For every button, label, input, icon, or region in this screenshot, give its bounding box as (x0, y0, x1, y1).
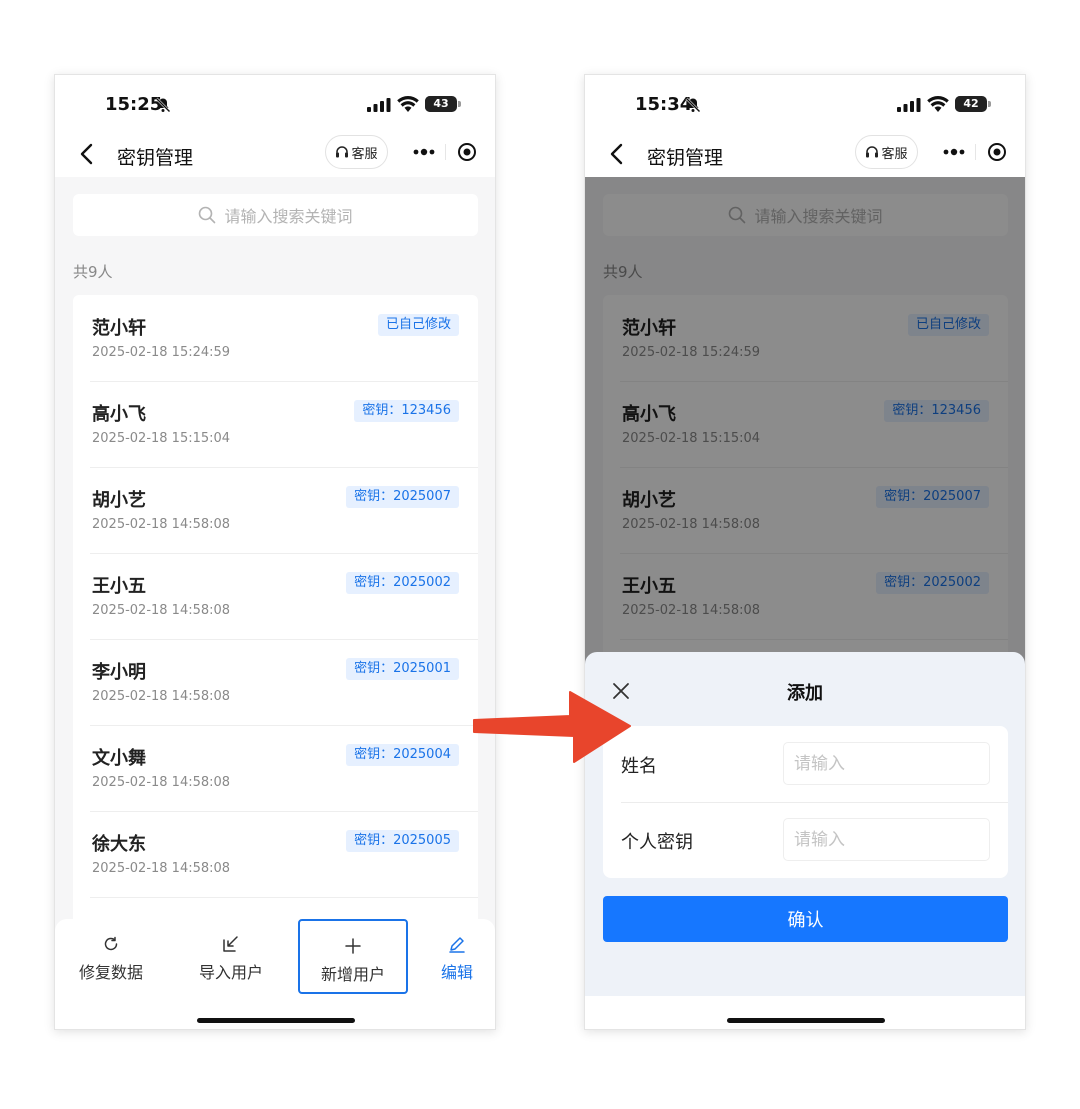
battery-cap (458, 101, 461, 107)
cell-signal-icon (367, 98, 391, 112)
list-item[interactable]: 徐大东 2025-02-18 14:58:08 密钥：2025005 (73, 811, 478, 897)
search-bar[interactable]: 请输入搜索关键词 (73, 194, 478, 236)
user-list: 范小轩 2025-02-18 15:24:59 已自己修改 高小飞 2025-0… (73, 295, 478, 983)
import-users-label: 导入用户 (198, 963, 263, 982)
home-indicator (727, 1018, 885, 1023)
personal-key-input[interactable] (783, 818, 990, 861)
add-user-form: 姓名 个人密钥 (603, 726, 1008, 878)
user-name: 文小舞 (92, 748, 146, 769)
wifi-icon (927, 95, 949, 112)
status-time: 15:25 (105, 94, 163, 115)
capsule-divider (975, 144, 976, 160)
customer-service-button[interactable]: 客服 (855, 135, 918, 169)
pencil-icon (449, 937, 465, 953)
key-badge: 密钥：2025005 (346, 830, 459, 852)
status-bar: 15:25 43 (55, 75, 495, 133)
more-dots-icon[interactable] (941, 143, 967, 161)
back-chevron-icon[interactable] (609, 141, 625, 167)
headset-icon (866, 146, 879, 158)
user-timestamp: 2025-02-18 15:24:59 (92, 345, 231, 360)
nav-bar: 密钥管理 客服 (55, 133, 495, 177)
miniprogram-capsule (401, 135, 489, 169)
page-title: 密钥管理 (117, 147, 194, 169)
battery-level: 43 (433, 97, 449, 110)
user-timestamp: 2025-02-18 14:58:08 (92, 775, 231, 790)
page-title: 密钥管理 (647, 147, 724, 169)
name-input[interactable] (783, 742, 990, 785)
page-content: 请输入搜索关键词 共9人 范小轩 2025-02-18 15:24:59 已自己… (55, 177, 495, 1029)
search-icon (199, 206, 216, 224)
key-badge: 已自己修改 (377, 314, 459, 336)
search-placeholder: 请输入搜索关键词 (224, 207, 353, 226)
edit-button[interactable]: 编辑 (425, 919, 489, 995)
key-label: 个人密钥 (621, 832, 693, 853)
nav-bar: 密钥管理 客服 (585, 133, 1025, 177)
battery-icon: 42 (955, 96, 987, 112)
form-row-name: 姓名 (603, 726, 1008, 802)
import-icon (223, 936, 238, 952)
user-name: 李小明 (92, 662, 146, 683)
bell-muted-icon (155, 97, 171, 113)
repair-data-label: 修复数据 (78, 963, 143, 982)
add-user-label: 新增用户 (320, 965, 385, 984)
capsule-divider (445, 144, 446, 160)
add-user-sheet: 添加 姓名 个人密钥 确认 (585, 652, 1025, 1029)
user-timestamp: 2025-02-18 14:58:08 (92, 861, 231, 876)
list-item[interactable]: 文小舞 2025-02-18 14:58:08 密钥：2025004 (73, 725, 478, 811)
back-chevron-icon[interactable] (79, 141, 95, 167)
user-name: 徐大东 (92, 834, 146, 855)
user-timestamp: 2025-02-18 14:58:08 (92, 603, 231, 618)
customer-service-button[interactable]: 客服 (325, 135, 388, 169)
customer-service-label: 客服 (881, 146, 908, 162)
user-timestamp: 2025-02-18 14:58:08 (92, 689, 231, 704)
sheet-safe-area (585, 996, 1025, 1029)
confirm-button[interactable]: 确认 (603, 896, 1008, 942)
refresh-icon (104, 936, 118, 951)
bottom-action-bar: 修复数据 导入用户 新增用户 编辑 (55, 919, 495, 1029)
key-badge: 密钥：2025004 (346, 744, 459, 766)
key-badge: 密钥：2025007 (346, 486, 459, 508)
user-name: 王小五 (92, 576, 146, 597)
edit-label: 编辑 (440, 963, 473, 982)
key-badge: 密钥：2025001 (346, 658, 459, 680)
list-item[interactable]: 胡小艺 2025-02-18 14:58:08 密钥：2025007 (73, 467, 478, 553)
key-badge: 密钥：123456 (354, 400, 459, 422)
list-item[interactable]: 李小明 2025-02-18 14:58:08 密钥：2025001 (73, 639, 478, 725)
customer-service-label: 客服 (351, 146, 378, 162)
form-row-key: 个人密钥 (603, 802, 1008, 878)
close-miniprogram-icon[interactable] (987, 142, 1007, 162)
import-users-button[interactable]: 导入用户 (175, 919, 287, 995)
key-badge: 密钥：2025002 (346, 572, 459, 594)
phone-screen-add-dialog: 15:34 42 密钥管理 客服 请输入搜索关键词 共9人 范小轩 2025-0… (584, 74, 1026, 1030)
add-user-button[interactable]: 新增用户 (298, 919, 408, 994)
sheet-title: 添加 (787, 683, 823, 704)
phone-screen-list: 15:25 43 密钥管理 客服 请输入搜索关键词 共9人 范小轩 2025-0… (54, 74, 496, 1030)
user-name: 高小飞 (92, 404, 146, 425)
bell-muted-icon (685, 97, 701, 113)
battery-level: 42 (963, 97, 979, 110)
list-item[interactable]: 范小轩 2025-02-18 15:24:59 已自己修改 (73, 295, 478, 381)
repair-data-button[interactable]: 修复数据 (55, 919, 167, 995)
wifi-icon (397, 95, 419, 112)
user-name: 范小轩 (92, 318, 146, 339)
miniprogram-capsule (931, 135, 1019, 169)
user-timestamp: 2025-02-18 15:15:04 (92, 431, 231, 446)
user-timestamp: 2025-02-18 14:58:08 (92, 517, 231, 532)
plus-icon (345, 938, 361, 954)
user-count: 共9人 (73, 263, 113, 281)
status-time: 15:34 (635, 94, 693, 115)
list-item[interactable]: 王小五 2025-02-18 14:58:08 密钥：2025002 (73, 553, 478, 639)
list-item[interactable]: 高小飞 2025-02-18 15:15:04 密钥：123456 (73, 381, 478, 467)
close-miniprogram-icon[interactable] (457, 142, 477, 162)
status-bar: 15:34 42 (585, 75, 1025, 133)
more-dots-icon[interactable] (411, 143, 437, 161)
cell-signal-icon (897, 98, 921, 112)
user-name: 胡小艺 (92, 490, 146, 511)
headset-icon (336, 146, 349, 158)
home-indicator (197, 1018, 355, 1023)
battery-icon: 43 (425, 96, 457, 112)
red-arrow-annotation (473, 691, 631, 763)
battery-cap (988, 101, 991, 107)
